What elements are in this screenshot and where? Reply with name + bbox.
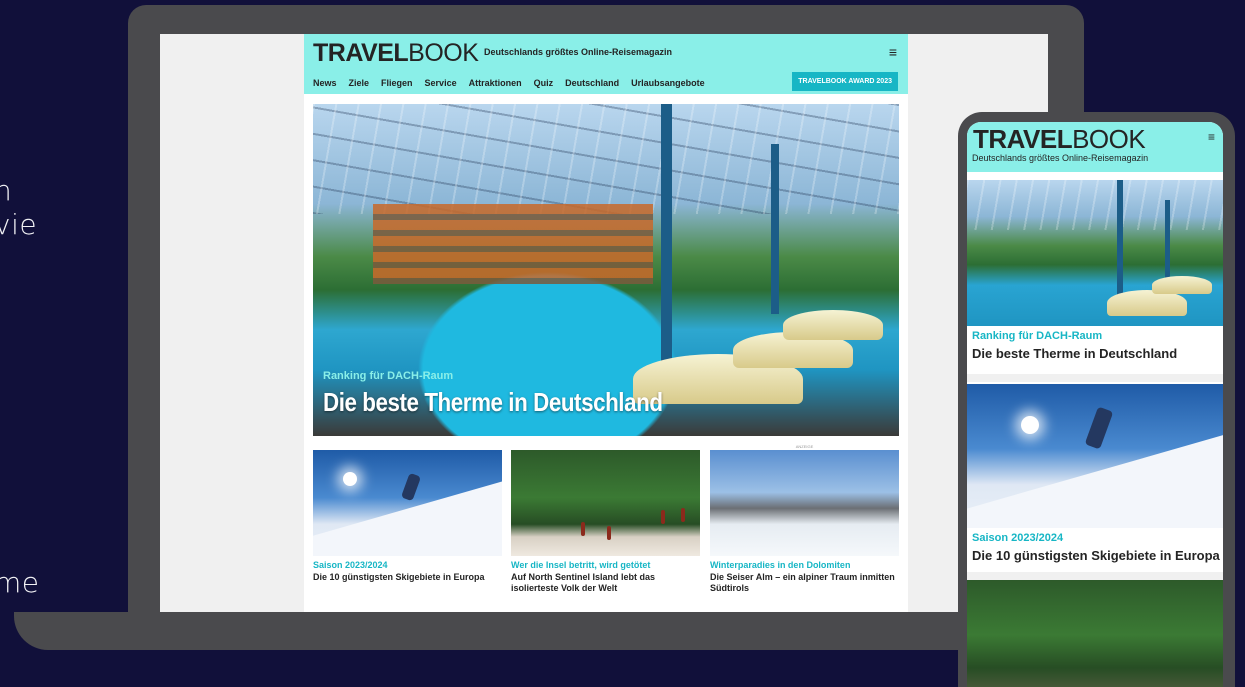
background-text-top: n vie <box>0 174 37 242</box>
mobile-article-title[interactable]: Die beste Therme in Deutschland <box>972 346 1177 361</box>
nav-item-quiz[interactable]: Quiz <box>534 78 554 88</box>
hero-image-pillar <box>771 144 779 314</box>
award-button[interactable]: TRAVELBOOK AWARD 2023 <box>792 72 898 91</box>
nav-item-service[interactable]: Service <box>425 78 457 88</box>
hamburger-menu-icon[interactable]: ≡ <box>1208 130 1215 144</box>
mobile-tagline: Deutschlands größtes Online-Reisemagazin <box>972 153 1149 163</box>
hero-image-building <box>373 204 653 284</box>
card-title[interactable]: Auf North Sentinel Island lebt das isoli… <box>511 572 700 594</box>
sun-icon <box>343 472 357 486</box>
card-kicker: Wer die Insel betritt, wird getötet <box>511 560 651 570</box>
person-figure <box>681 508 685 522</box>
site-logo[interactable]: TRAVELBOOK <box>313 39 479 68</box>
phone-screen: TRAVELBOOK Deutschlands größtes Online-R… <box>967 122 1223 687</box>
hamburger-menu-icon[interactable]: ≡ <box>889 45 897 59</box>
sun-icon <box>1021 416 1039 434</box>
nav-item-deutschland[interactable]: Deutschland <box>565 78 619 88</box>
nav-item-ziele[interactable]: Ziele <box>349 78 370 88</box>
laptop-screen: TRAVELBOOK Deutschlands größtes Online-R… <box>160 34 1048 612</box>
mobile-article-title[interactable]: Die 10 günstigsten Skigebiete in Europa <box>972 548 1220 563</box>
logo-light-part: BOOK <box>408 39 479 67</box>
logo-light-part: BOOK <box>1072 124 1146 154</box>
hero-image-roof <box>313 104 899 214</box>
hero-image-pillar <box>1117 180 1123 300</box>
person-figure <box>581 522 585 536</box>
nav-item-urlaubsangebote[interactable]: Urlaubsangebote <box>631 78 705 88</box>
island-image <box>511 450 700 556</box>
mobile-skier-image[interactable] <box>967 384 1223 528</box>
hero-image-pillar <box>661 104 672 364</box>
logo-bold-part: TRAVEL <box>973 124 1073 154</box>
site-header: TRAVELBOOK Deutschlands größtes Online-R… <box>304 34 908 94</box>
background-text-bottom: me <box>0 566 40 599</box>
card-title[interactable]: Die Seiser Alm – ein alpiner Traum inmit… <box>710 572 899 594</box>
skier-image <box>313 450 502 556</box>
logo-bold-part: TRAVEL <box>313 39 409 67</box>
skier-figure <box>400 472 422 502</box>
mobile-separator <box>967 374 1223 382</box>
main-nav: News Ziele Fliegen Service Attraktionen … <box>313 78 705 88</box>
hero-article[interactable]: Ranking für DACH-Raum Die beste Therme i… <box>313 104 899 436</box>
article-card[interactable]: Saison 2023/2024 Die 10 günstigsten Skig… <box>313 450 502 583</box>
site-tagline: Deutschlands größtes Online-Reisemagazin <box>484 47 673 57</box>
mobile-site-logo[interactable]: TRAVELBOOK <box>973 124 1146 155</box>
hero-image-umbrella <box>1152 276 1212 294</box>
article-card-ad[interactable]: ANZEIGE Winterparadies in den Dolomiten … <box>710 444 899 594</box>
background-text-line: n <box>0 174 13 207</box>
hero-kicker: Ranking für DACH-Raum <box>323 370 454 382</box>
article-cards: Saison 2023/2024 Die 10 günstigsten Skig… <box>313 444 899 600</box>
article-card[interactable]: Wer die Insel betritt, wird getötet Auf … <box>511 450 700 594</box>
laptop-base <box>14 612 1014 650</box>
ad-label: ANZEIGE <box>795 444 814 449</box>
mobile-site-header: TRAVELBOOK Deutschlands größtes Online-R… <box>967 122 1223 172</box>
skier-figure <box>1084 406 1114 450</box>
nav-item-attraktionen[interactable]: Attraktionen <box>469 78 522 88</box>
hero-title[interactable]: Die beste Therme in Deutschland <box>323 387 663 418</box>
hero-image-roof <box>967 180 1223 230</box>
mobile-pool-image[interactable] <box>967 180 1223 326</box>
hero-image-umbrella <box>783 310 883 340</box>
background-text-line: vie <box>0 208 38 241</box>
mobile-article-kicker: Ranking für DACH-Raum <box>972 330 1103 342</box>
nav-item-news[interactable]: News <box>313 78 337 88</box>
alps-image <box>710 450 899 556</box>
mobile-island-image[interactable] <box>967 580 1223 687</box>
card-kicker: Saison 2023/2024 <box>313 560 388 570</box>
card-kicker: Winterparadies in den Dolomiten <box>710 560 851 570</box>
person-figure <box>661 510 665 524</box>
desktop-website: TRAVELBOOK Deutschlands größtes Online-R… <box>304 34 908 612</box>
card-title[interactable]: Die 10 günstigsten Skigebiete in Europa <box>313 572 502 583</box>
mobile-article-kicker: Saison 2023/2024 <box>972 532 1064 544</box>
person-figure <box>607 526 611 540</box>
nav-item-fliegen[interactable]: Fliegen <box>381 78 413 88</box>
mobile-separator <box>967 572 1223 580</box>
